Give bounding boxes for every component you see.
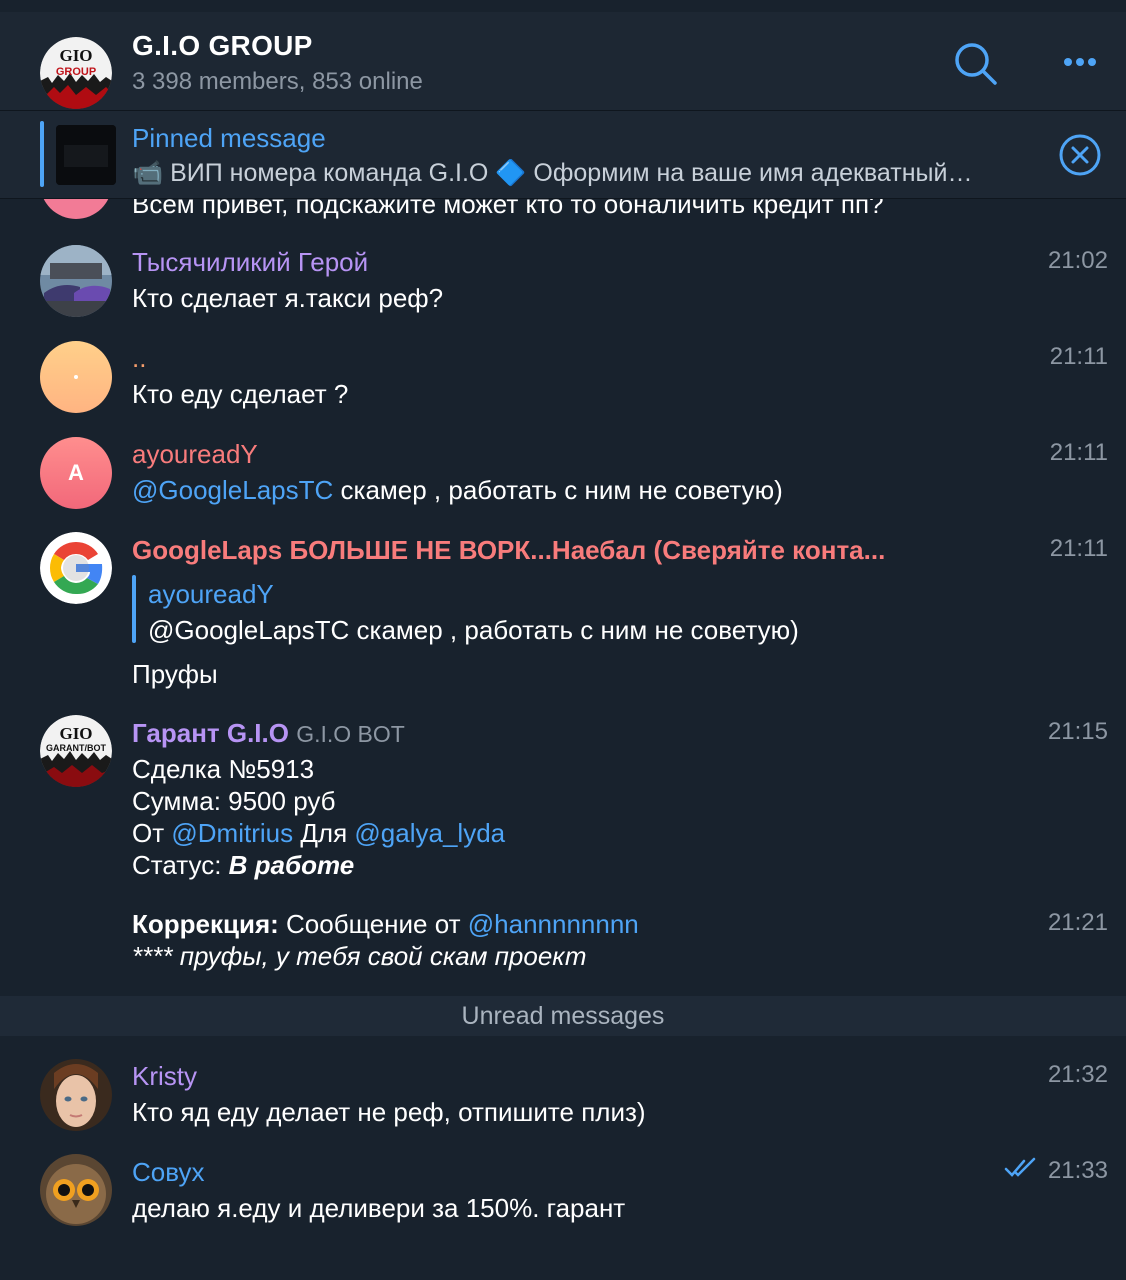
group-avatar-text-bottom: GROUP <box>56 66 96 78</box>
correction-quote: **** пруфы, у тебя свой скам проект <box>132 941 587 971</box>
message-time: 21:33 <box>1047 1157 1108 1184</box>
chat-header: GIO GROUP G.I.O GROUP 3 398 members, 853… <box>0 12 1126 111</box>
pinned-text: 📹 ВИП номера команда G.I.O 🔷 Оформим на … <box>132 159 973 187</box>
deal-amount: Сумма: 9500 руб <box>132 786 336 816</box>
avatar[interactable] <box>40 1154 112 1226</box>
status-strip <box>0 0 1126 12</box>
bot-badge: G.I.O BOT <box>296 721 405 747</box>
sender-name[interactable]: Совух <box>132 1157 204 1188</box>
pinned-accent-bar <box>40 121 44 187</box>
message-text-body: скамер , работать с ним не советую) <box>333 475 783 505</box>
avatar[interactable] <box>40 532 112 604</box>
double-check-icon <box>1004 1157 1038 1179</box>
sender-name[interactable]: Тысячиликий Герой <box>132 247 368 278</box>
message-text: делаю я.еду и деливери за 150%. гарант <box>132 1193 626 1223</box>
status-value: В работе <box>228 850 355 880</box>
message-time: 21:21 <box>1047 909 1108 936</box>
sender-name[interactable]: GoogleLaps БОЛЬШЕ НЕ ВОРК...Наебал (Свер… <box>132 535 912 566</box>
message-time: 21:11 <box>1049 535 1108 562</box>
message-time: 21:11 <box>1049 439 1108 466</box>
reply-sender-name[interactable]: ayoureadY <box>148 579 274 610</box>
correction-line: Коррекция: Сообщение от @hannnnnnnn <box>132 909 639 940</box>
pinned-title: Pinned message <box>132 123 326 153</box>
more-icon[interactable] <box>1058 50 1106 74</box>
search-icon[interactable] <box>952 40 1000 88</box>
sender-name-row: Гарант G.I.O G.I.O BOT <box>132 718 405 749</box>
message-time: 21:02 <box>1047 247 1108 274</box>
message-text: Кто яд еду делает не реф, отпишите плиз) <box>132 1097 646 1127</box>
reply-text[interactable]: @GoogleLapsTC скамер , работать с ним не… <box>148 615 799 646</box>
deal-number: Сделка №5913 <box>132 754 315 784</box>
from-label: От <box>132 818 172 848</box>
status-label: Статус: <box>132 850 229 880</box>
deal-status: Статус: В работе <box>132 850 354 881</box>
avatar[interactable] <box>40 245 112 317</box>
pinned-thumbnail <box>56 125 116 185</box>
message-text: Кто сделает я.такси реф? <box>132 283 444 313</box>
sender-name[interactable]: Гарант G.I.O <box>132 718 289 748</box>
message-text: Кто еду сделает ? <box>132 379 349 409</box>
avatar-letter: A <box>68 460 84 485</box>
message-text: Пруфы <box>132 659 218 689</box>
group-avatar[interactable]: GIO GROUP <box>40 37 112 109</box>
unread-messages-divider: Unread messages <box>0 996 1126 1036</box>
group-avatar-text-top: GIO <box>59 46 92 65</box>
bot-avatar-text-bottom: GARANT/BOT <box>46 743 106 753</box>
mention-link[interactable]: @Dmitrius <box>171 818 293 848</box>
close-circle-icon[interactable] <box>1058 133 1102 177</box>
message-time: 21:11 <box>1049 343 1108 370</box>
chat-title[interactable]: G.I.O GROUP <box>132 30 313 62</box>
message-text: Всем привет, подскажите может кто то обн… <box>132 199 884 219</box>
correction-text: Сообщение от <box>278 909 468 939</box>
reply-accent-bar <box>132 575 136 643</box>
correction-label: Коррекция: <box>132 909 279 939</box>
avatar[interactable] <box>40 341 112 413</box>
chat-members-count: 3 398 members, 853 online <box>132 68 423 95</box>
mention-link[interactable]: @GoogleLapsTC <box>132 475 333 505</box>
message-time: 21:15 <box>1047 718 1108 745</box>
message-text: @GoogleLapsTC скамер , работать с ним не… <box>132 475 783 506</box>
pinned-message-bar[interactable]: Pinned message 📹 ВИП номера команда G.I.… <box>0 111 1126 199</box>
deal-parties: От @Dmitrius Для @galya_lyda <box>132 818 505 849</box>
avatar[interactable]: GIO GARANT/BOT <box>40 715 112 787</box>
avatar[interactable] <box>40 199 112 219</box>
sender-name[interactable]: Kristy <box>132 1061 197 1092</box>
message-list[interactable]: Всем привет, подскажите может кто то обн… <box>0 199 1126 1280</box>
sender-name[interactable]: ayoureadY <box>132 439 258 470</box>
bot-avatar-text-top: GIO <box>59 724 92 743</box>
sender-name[interactable]: .. <box>132 343 146 374</box>
mention-link[interactable]: @galya_lyda <box>354 818 505 848</box>
for-label: Для <box>293 818 355 848</box>
avatar[interactable]: A <box>40 437 112 509</box>
message-time: 21:32 <box>1047 1061 1108 1088</box>
avatar[interactable] <box>40 1059 112 1131</box>
mention-link[interactable]: @hannnnnnnn <box>468 909 639 939</box>
